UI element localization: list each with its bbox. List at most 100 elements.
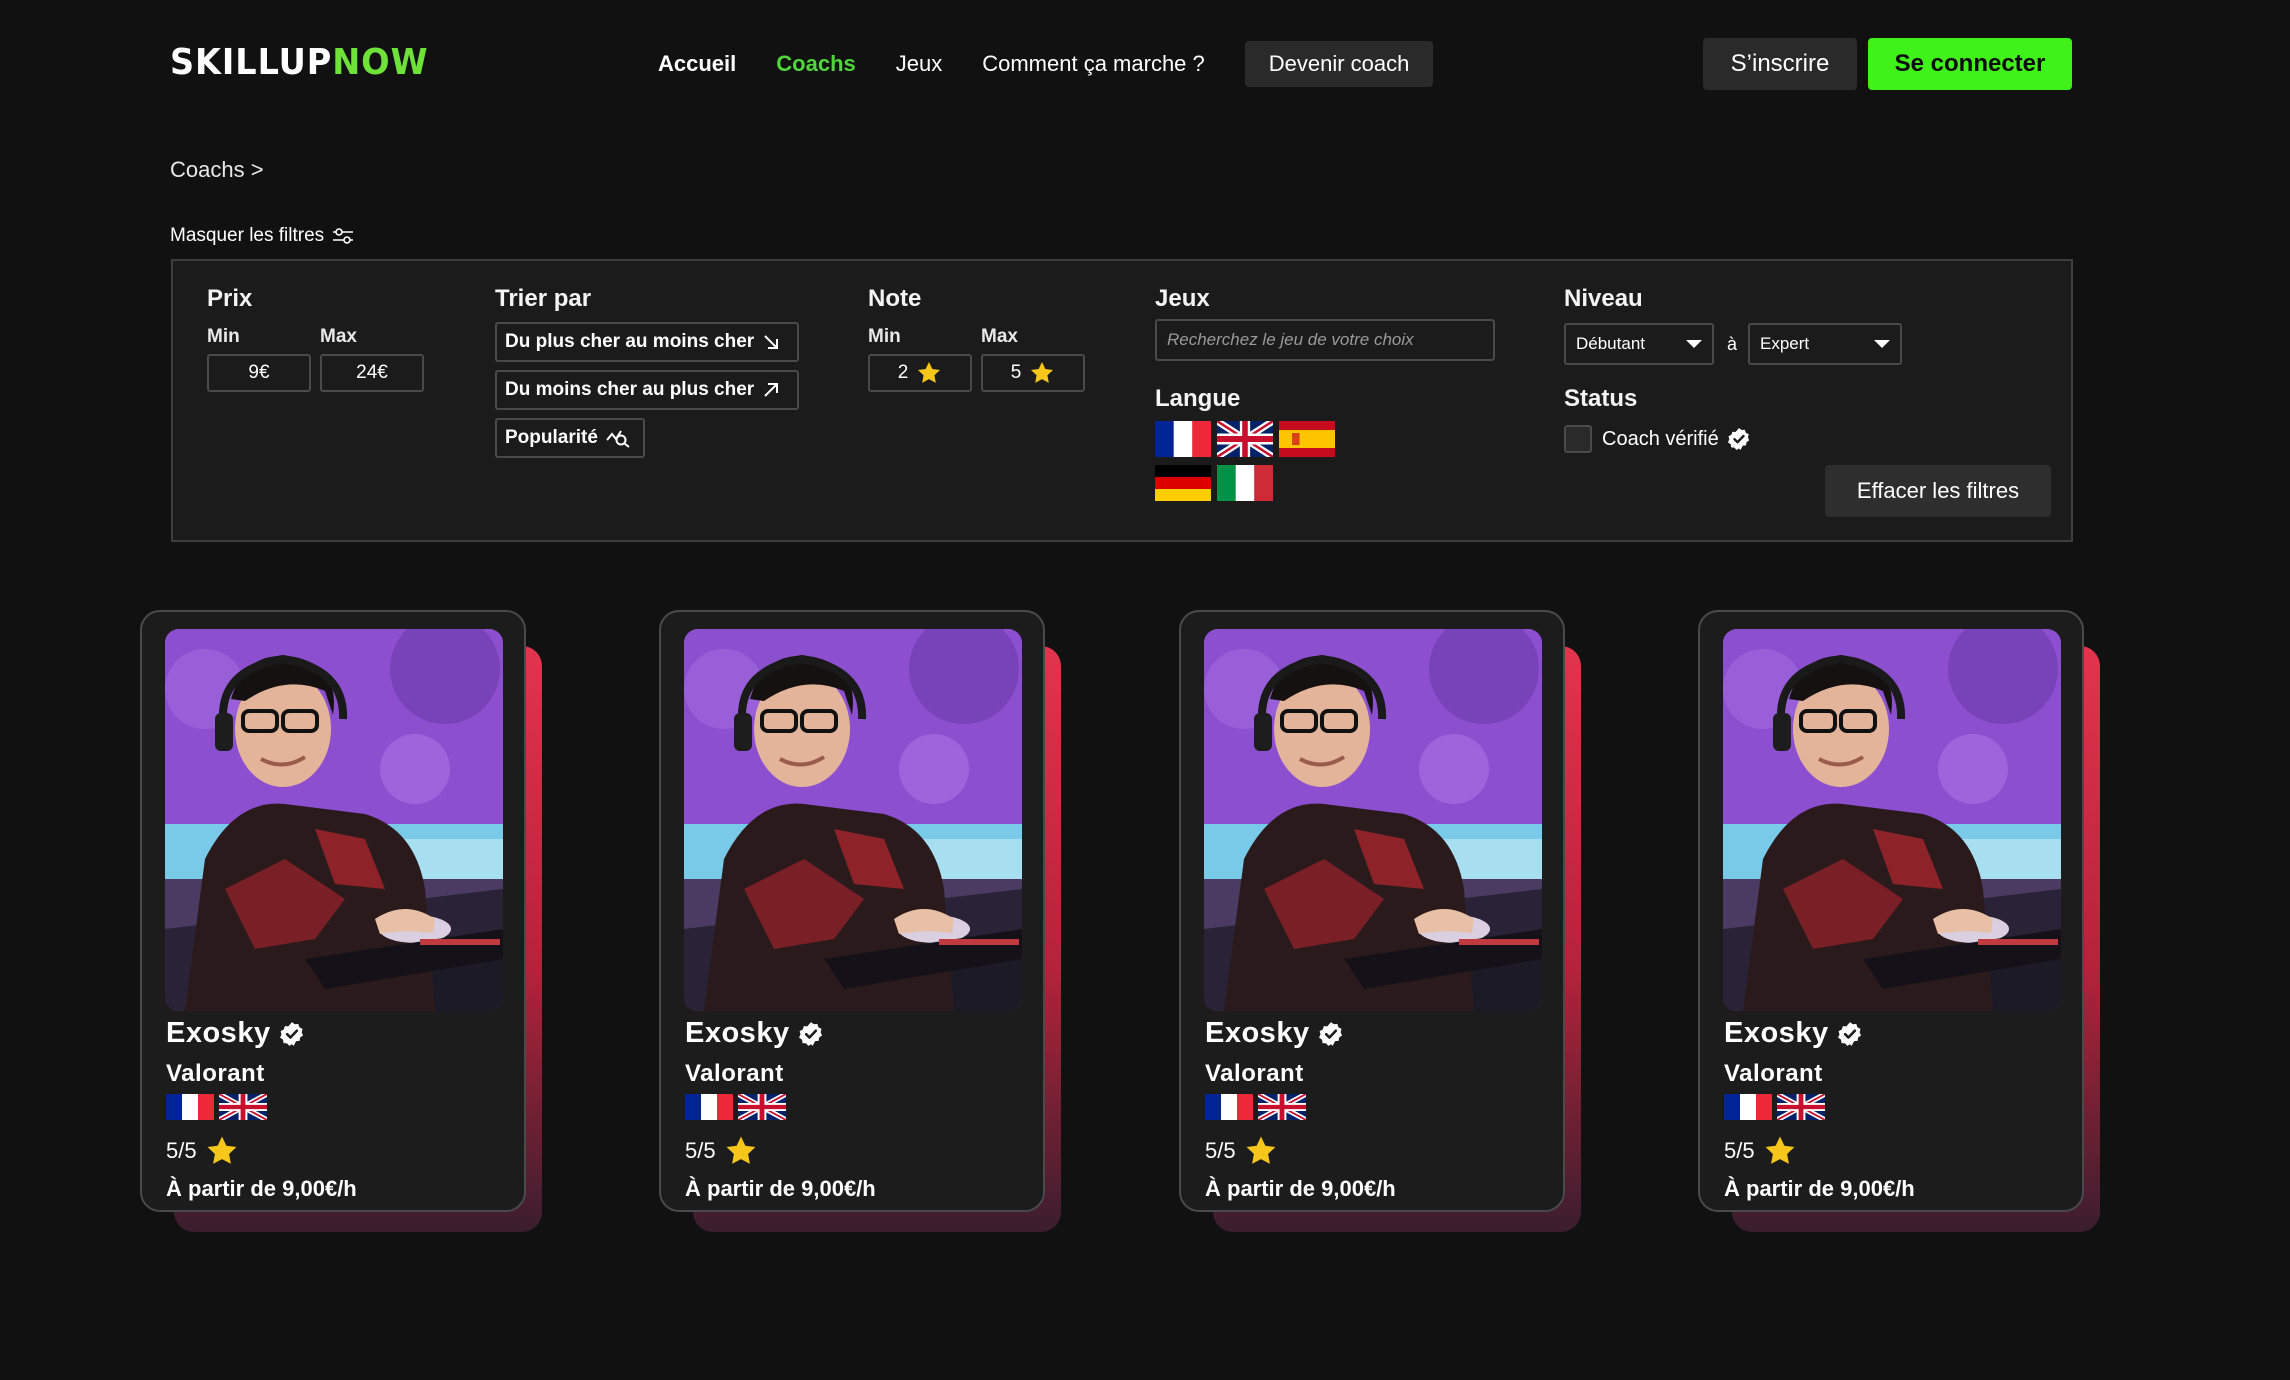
trend-search-icon (606, 430, 630, 448)
login-button[interactable]: Se connecter (1868, 38, 2072, 90)
coach-languages (1724, 1094, 1825, 1120)
price-title: Prix (207, 285, 253, 312)
spain-flag-icon[interactable] (1279, 421, 1335, 457)
level-from-select[interactable]: Débutant (1564, 323, 1714, 365)
coach-card-front[interactable]: Exosky Valorant 5/5 À partir de 9,00€/h (140, 610, 526, 1212)
breadcrumb[interactable]: Coachs > (170, 157, 264, 183)
level-from-value: Débutant (1576, 334, 1645, 353)
coach-price: À partir de 9,00€/h (1724, 1176, 1915, 1201)
logo-text-green: NOW (332, 42, 429, 83)
nav-coaches[interactable]: Coachs (776, 51, 855, 77)
coach-name: Exosky (1205, 1017, 1310, 1049)
verified-badge-icon (798, 1021, 824, 1047)
verified-badge-icon (1727, 427, 1751, 451)
coach-game: Valorant (1205, 1060, 1304, 1087)
coach-languages (166, 1094, 267, 1120)
sort-price-asc[interactable]: Du moins cher au plus cher (495, 370, 799, 410)
nav-games[interactable]: Jeux (896, 51, 942, 77)
sort-price-desc-label: Du plus cher au moins cher (505, 331, 755, 352)
italy-flag-icon[interactable] (1217, 465, 1273, 501)
coach-name: Exosky (685, 1017, 790, 1049)
become-coach-button[interactable]: Devenir coach (1244, 41, 1434, 87)
rating-max-input[interactable]: 5 (981, 354, 1085, 392)
language-title: Langue (1155, 385, 1241, 412)
star-icon (1763, 1134, 1797, 1168)
sort-price-desc[interactable]: Du plus cher au moins cher (495, 322, 799, 362)
star-icon (1029, 360, 1055, 386)
rating-min-label: Min (868, 326, 901, 347)
rating-title: Note (868, 285, 922, 312)
price-min-input[interactable]: 9€ (207, 354, 311, 392)
games-title: Jeux (1155, 285, 1210, 312)
coach-rating: 5/5 (1205, 1134, 1278, 1168)
clear-filters-button[interactable]: Effacer les filtres (1825, 465, 2051, 517)
uk-flag-icon[interactable] (1217, 421, 1273, 457)
coach-card[interactable]: Exosky Valorant 5/5 À partir de 9,00€/h (1179, 610, 1599, 1235)
signup-button[interactable]: S’inscrire (1703, 38, 1857, 90)
coach-card[interactable]: Exosky Valorant 5/5 À partir de 9,00€/h (140, 610, 560, 1235)
coach-rating: 5/5 (166, 1134, 239, 1168)
coach-rating: 5/5 (1724, 1134, 1797, 1168)
caret-down-icon (1686, 340, 1702, 348)
coach-card-front[interactable]: Exosky Valorant 5/5 À partir de 9,00€/h (1179, 610, 1565, 1212)
germany-flag-icon[interactable] (1155, 465, 1211, 501)
filters-panel: Prix Min Max 9€ 24€ Trier par Du plus ch… (171, 259, 2073, 542)
coach-name-row: Exosky (1724, 1017, 1863, 1050)
coach-card-front[interactable]: Exosky Valorant 5/5 À partir de 9,00€/h (659, 610, 1045, 1212)
level-to-value: Expert (1760, 334, 1810, 353)
star-icon (724, 1134, 758, 1168)
coach-rating-value: 5/5 (685, 1138, 716, 1163)
logo-text-white: SKILLUP (170, 42, 333, 83)
france-flag-icon (1724, 1094, 1772, 1120)
hide-filters-toggle[interactable]: Masquer les filtres (170, 225, 354, 247)
coach-rating-value: 5/5 (1724, 1138, 1755, 1163)
rating-min-value: 2 (897, 362, 909, 383)
coach-card[interactable]: Exosky Valorant 5/5 À partir de 9,00€/h (659, 610, 1079, 1235)
nav-how-it-works[interactable]: Comment ça marche ? (982, 51, 1205, 77)
sort-popularity[interactable]: Popularité (495, 418, 645, 458)
coach-game: Valorant (685, 1060, 784, 1087)
coach-name: Exosky (1724, 1017, 1829, 1049)
uk-flag-icon (219, 1094, 267, 1120)
coach-name-row: Exosky (1205, 1017, 1344, 1050)
coach-game: Valorant (1724, 1060, 1823, 1087)
hide-filters-label: Masquer les filtres (170, 225, 325, 246)
games-search-input[interactable] (1155, 319, 1495, 361)
nav-home[interactable]: Accueil (658, 51, 736, 77)
coach-card-front[interactable]: Exosky Valorant 5/5 À partir de 9,00€/h (1698, 610, 2084, 1212)
level-title: Niveau (1564, 285, 1643, 312)
verified-badge-icon (1837, 1021, 1863, 1047)
verified-badge-icon (1318, 1021, 1344, 1047)
france-flag-icon (166, 1094, 214, 1120)
price-max-value: 24€ (356, 362, 388, 383)
coach-price: À partir de 9,00€/h (166, 1176, 357, 1201)
verified-badge-icon (279, 1021, 305, 1047)
rating-min-input[interactable]: 2 (868, 354, 972, 392)
logo[interactable]: SKILLUPNOW (170, 42, 428, 83)
verified-checkbox[interactable] (1564, 425, 1592, 453)
arrow-up-right-icon (764, 383, 779, 397)
france-flag-icon (1205, 1094, 1253, 1120)
sort-title: Trier par (495, 285, 592, 312)
coach-name-row: Exosky (685, 1017, 824, 1050)
rating-max-value: 5 (1010, 362, 1022, 383)
coach-rating-value: 5/5 (166, 1138, 197, 1163)
star-icon (916, 360, 942, 386)
sliders-icon (333, 228, 354, 244)
verified-option[interactable]: Coach vérifié (1602, 427, 1751, 451)
star-icon (1244, 1134, 1278, 1168)
level-to-select[interactable]: Expert (1748, 323, 1902, 365)
uk-flag-icon (1777, 1094, 1825, 1120)
coach-languages (685, 1094, 786, 1120)
verified-label: Coach vérifié (1602, 427, 1719, 450)
price-max-label: Max (320, 326, 357, 347)
coach-languages (1205, 1094, 1306, 1120)
coach-card[interactable]: Exosky Valorant 5/5 À partir de 9,00€/h (1698, 610, 2118, 1235)
price-min-value: 9€ (248, 362, 270, 383)
coach-price: À partir de 9,00€/h (1205, 1176, 1396, 1201)
arrow-down-right-icon (764, 335, 779, 349)
price-max-input[interactable]: 24€ (320, 354, 424, 392)
france-flag-icon[interactable] (1155, 421, 1211, 457)
coach-price: À partir de 9,00€/h (685, 1176, 876, 1201)
star-icon (205, 1134, 239, 1168)
